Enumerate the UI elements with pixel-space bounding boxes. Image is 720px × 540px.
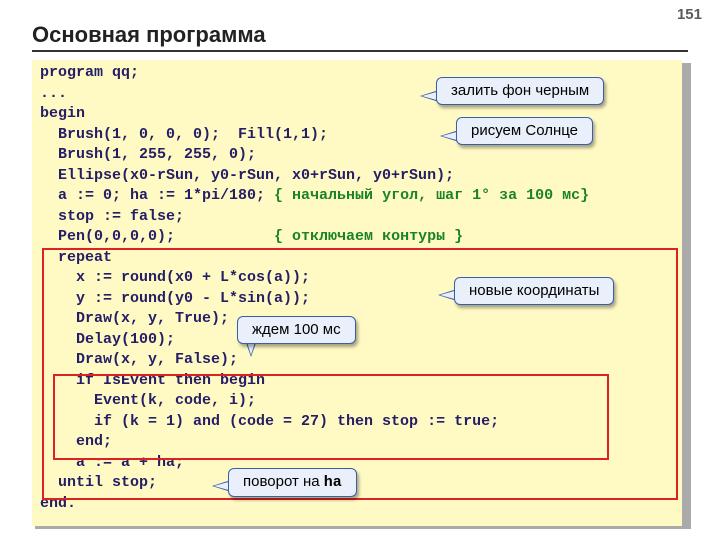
- code-line: until stop;: [40, 474, 157, 491]
- code-line: Pen(0,0,0,0);: [40, 228, 274, 245]
- callout-text: поворот на: [243, 473, 324, 490]
- callout-text: залить фон черным: [451, 82, 589, 99]
- callout-text: ждем 100 мс: [252, 321, 341, 338]
- code-line: Event(k, code, i);: [40, 392, 256, 409]
- code-line: Draw(x, y, False);: [40, 351, 238, 368]
- code-comment: { начальный угол, шаг 1° за 100 мс}: [274, 187, 589, 204]
- code-line: a := 0; ha := 1*pi/180;: [40, 187, 274, 204]
- code-line: Brush(1, 0, 0, 0); Fill(1,1);: [40, 126, 328, 143]
- callout-wait-100ms: ждем 100 мс: [237, 316, 356, 344]
- code-line: Draw(x, y, True);: [40, 310, 229, 327]
- page-title: Основная программа: [32, 22, 266, 48]
- page-number: 151: [677, 6, 702, 23]
- code-line: end.: [40, 495, 76, 512]
- callout-rotate-ha: поворот на ha: [228, 468, 357, 497]
- code-line: a := a + ha;: [40, 454, 184, 471]
- code-line: repeat: [40, 249, 112, 266]
- callout-fill-black: залить фон черным: [436, 77, 604, 105]
- code-line: Brush(1, 255, 255, 0);: [40, 146, 256, 163]
- callout-text: рисуем Солнце: [471, 122, 578, 139]
- code-line: if IsEvent then begin: [40, 372, 265, 389]
- code-line: begin: [40, 105, 85, 122]
- callout-draw-sun: рисуем Солнце: [456, 117, 593, 145]
- code-comment: { отключаем контуры }: [274, 228, 463, 245]
- callout-text: новые координаты: [469, 282, 599, 299]
- callout-new-coords: новые координаты: [454, 277, 614, 305]
- code-line: stop := false;: [40, 208, 184, 225]
- code-line: end;: [40, 433, 112, 450]
- code-line: if (k = 1) and (code = 27) then stop := …: [40, 413, 499, 430]
- code-line: Delay(100);: [40, 331, 175, 348]
- callout-code: ha: [324, 474, 342, 491]
- code-line: program qq;: [40, 64, 139, 81]
- code-line: Ellipse(x0-rSun, y0-rSun, x0+rSun, y0+rS…: [40, 167, 454, 184]
- code-line: y := round(y0 - L*sin(a));: [40, 290, 310, 307]
- code-line: ...: [40, 85, 67, 102]
- title-underline: [32, 50, 688, 52]
- code-line: x := round(x0 + L*cos(a));: [40, 269, 310, 286]
